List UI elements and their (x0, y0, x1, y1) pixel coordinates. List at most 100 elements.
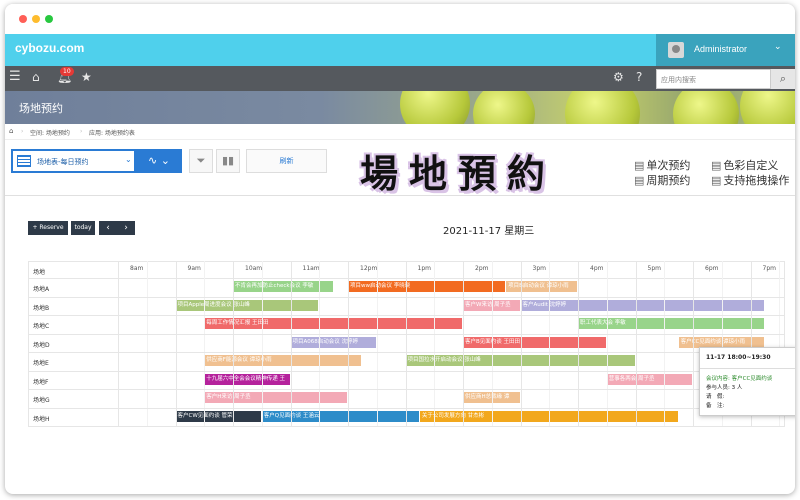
feature-label: 支持拖拽操作 (723, 174, 790, 187)
prev-button[interactable]: ‹ (99, 221, 117, 235)
feature-label: 周期预约 (646, 174, 691, 187)
bar-chart-icon[interactable]: ▮▮ (216, 149, 240, 173)
room-label: 场地D (33, 341, 50, 349)
hour-label: 10am (245, 265, 263, 272)
document-icon: ▤ (634, 174, 645, 187)
grid-line (28, 426, 785, 427)
event-block[interactable]: 不肯会再加防止check会议 李敏 (233, 281, 333, 292)
notification-badge: 10 (60, 67, 74, 76)
grid-line (319, 261, 321, 427)
breadcrumb-separator: › (80, 128, 83, 135)
tooltip-meeting: 会议内容: 客户CC见面约谈 (706, 376, 773, 382)
event-block[interactable]: 十九届六中全会会议精神传递 王 (204, 373, 290, 385)
event-block[interactable]: 客户CW见面约谈 管荣 (175, 410, 261, 422)
tooltip-time: 11-17 18:00~19:30 (706, 354, 771, 361)
feature-label: 色彩自定义 (723, 159, 779, 172)
home-icon[interactable]: ⌂ (32, 70, 40, 84)
divider (5, 195, 795, 196)
view-controls: 场地表-每日预约 ⌄ ∿ ⌄ ⏷ ▮▮ 刷新 場地預約 ▤ 单次预约 ▤ 周期预约 … (5, 141, 795, 196)
grid-line (376, 261, 378, 427)
event-block[interactable]: 供应商F能源会议 谭琼小雨 (204, 355, 362, 366)
help-icon[interactable]: ? (636, 70, 642, 84)
room-label: 场地F (33, 378, 49, 386)
view-select[interactable]: 场地表-每日预约 ⌄ (11, 149, 136, 173)
grid-line (233, 261, 234, 427)
tennis-ball-image (565, 91, 640, 124)
home-icon[interactable]: ⌂ (9, 127, 13, 135)
event-block[interactable]: 每周工作情况汇报 王田田 (204, 318, 462, 329)
minimize-dot[interactable] (32, 15, 40, 23)
grid-line (520, 261, 522, 427)
chevron-down-icon: ⌄ (774, 42, 782, 52)
view-select-label: 场地表-每日预约 (37, 158, 89, 166)
feature-recurring-booking: ▤ 周期预约 (634, 172, 690, 188)
cybozu-logo[interactable]: cybozu.com (15, 41, 84, 55)
grid-line (434, 261, 436, 427)
event-block[interactable]: 客户H来访 周子丞 (204, 392, 347, 403)
hour-label: 8am (130, 265, 144, 272)
tooltip-divider (700, 368, 795, 369)
tooltip-note: 备 注: (706, 403, 725, 409)
grid-line (549, 261, 551, 427)
event-block[interactable]: 客户Q见面约谈 王涵云 (261, 410, 419, 422)
grid-line (28, 370, 785, 372)
next-button[interactable]: › (117, 221, 135, 235)
grid-line (348, 261, 349, 427)
app-window: cybozu.com Administrator ⌄ ☰ ⌂ 🔔︎ 10 ★ ⚙… (5, 4, 795, 494)
room-label: 场地E (33, 360, 49, 367)
gear-icon[interactable]: ⚙ (613, 70, 624, 84)
grid-line (28, 407, 785, 409)
grid-line (118, 261, 119, 427)
grid-line (146, 261, 148, 427)
tennis-ball-image (740, 91, 795, 124)
grid-line (261, 261, 263, 427)
event-block[interactable]: 项目ww启动会议 李晓晓 (348, 281, 506, 292)
graph-view-button[interactable]: ∿ ⌄ (136, 149, 182, 173)
big-title: 場地預約 (360, 151, 557, 196)
feature-drag-drop: ▤ 支持拖拽操作 (711, 172, 789, 188)
event-block[interactable]: 项目B启动会议 谭琼小雨 (506, 281, 577, 292)
hour-label: 1pm (417, 265, 431, 272)
breadcrumb-app[interactable]: 应用: 场地预约表 (89, 128, 135, 137)
event-block[interactable]: 客户B见面约谈 王田田 (463, 336, 606, 348)
event-block[interactable]: 客户Audit 沈婷婷 (520, 299, 764, 311)
reserve-button[interactable]: + Reserve (28, 221, 68, 235)
room-label: 场地G (33, 397, 50, 404)
event-block[interactable]: 项目A068启动会议 沈婷婷 (290, 336, 376, 348)
event-block[interactable]: 营事各两会 周子丞 (606, 373, 692, 385)
hour-label: 6pm (705, 265, 719, 272)
grid-line (204, 261, 206, 427)
user-menu[interactable]: Administrator ⌄ (656, 34, 795, 66)
hour-label: 11am (302, 265, 320, 272)
chevron-down-icon: ⌄ (125, 155, 132, 164)
hour-label: 4pm (590, 265, 604, 272)
star-icon[interactable]: ★ (81, 70, 92, 84)
global-toolbar: ☰ ⌂ 🔔︎ 10 ★ ⚙ ? 应用内搜索 ⌕ (5, 66, 795, 91)
grid-line (28, 333, 785, 335)
grid-line (664, 261, 666, 427)
grid-line (578, 261, 579, 427)
app-banner: 场地预约 (5, 91, 795, 124)
event-block[interactable]: 项目Apple周进度会议 张山峰 (175, 299, 319, 311)
grid-line (635, 261, 637, 427)
hour-label: 2pm (475, 265, 489, 272)
maximize-dot[interactable] (45, 15, 53, 23)
grid-line (463, 261, 464, 427)
filter-icon[interactable]: ⏷ (189, 149, 213, 173)
grid-line (28, 278, 785, 279)
refresh-button[interactable]: 刷新 (246, 149, 327, 173)
breadcrumb-space[interactable]: 空间: 场地预约 (30, 128, 70, 137)
close-dot[interactable] (19, 15, 27, 23)
search-icon[interactable]: ⌕ (771, 69, 795, 89)
document-icon: ▤ (634, 159, 645, 172)
hour-label: 7pm (762, 265, 776, 272)
cybozu-header: cybozu.com Administrator ⌄ (5, 34, 795, 66)
app-search-input[interactable]: 应用内搜索 (656, 69, 771, 89)
grid-line (28, 261, 785, 262)
grid-line (28, 296, 785, 298)
today-button[interactable]: today (71, 221, 95, 235)
tennis-ball-image (473, 91, 535, 124)
tennis-ball-image (400, 91, 470, 124)
event-tooltip: 11-17 18:00~19:30 会议内容: 客户CC见面约谈 参与人员: 3… (699, 347, 795, 416)
menu-icon[interactable]: ☰ (9, 69, 21, 84)
